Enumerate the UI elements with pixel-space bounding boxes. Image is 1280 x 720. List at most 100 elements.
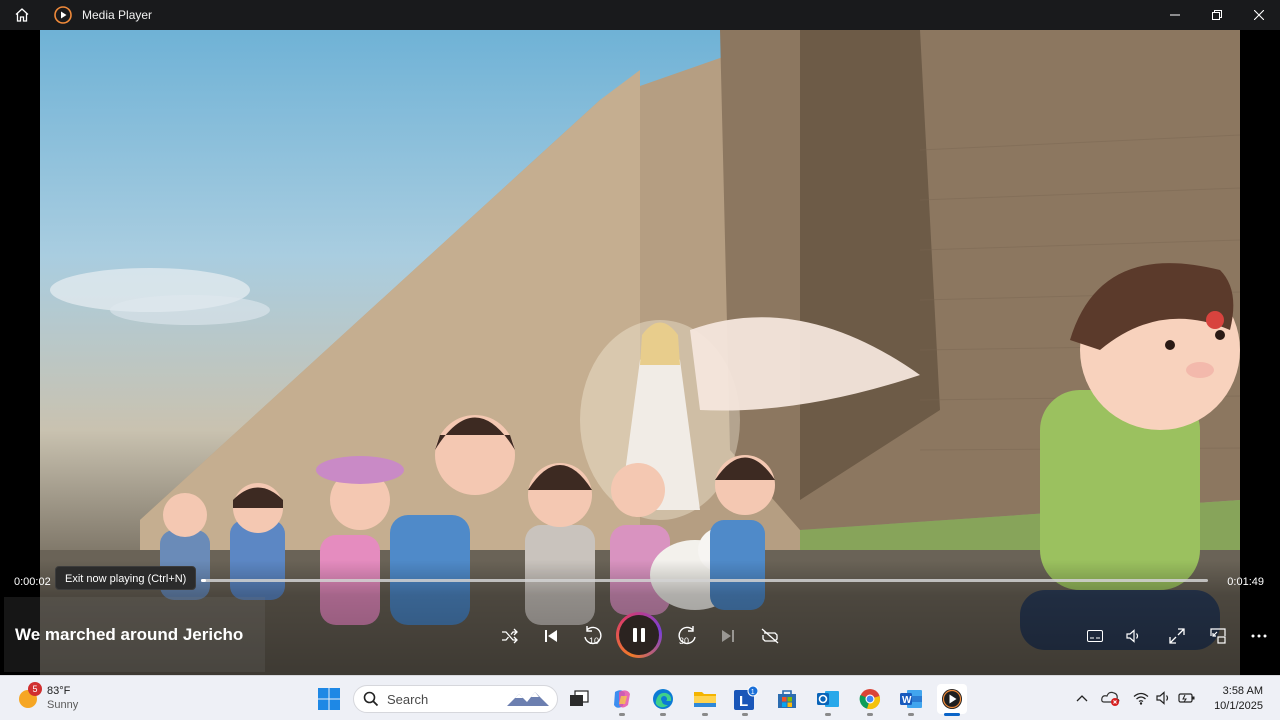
l-app-badge: 1 [751,689,755,696]
copilot-running-indicator [619,713,625,716]
word-icon: W [900,690,922,708]
skip-back-10-icon: 10 [584,626,602,646]
repeat-button[interactable] [758,624,782,648]
copilot-icon [614,690,630,708]
skip-forward-button[interactable]: 30 [675,622,701,650]
restore-button[interactable] [1196,0,1238,30]
tray-volume-button[interactable] [1153,686,1175,710]
file-explorer-icon [694,692,716,707]
close-icon [1254,10,1264,20]
outlook-icon [817,691,839,707]
next-button[interactable] [716,624,740,648]
skip-forward-seconds: 30 [679,636,689,646]
clock-button[interactable]: 3:58 AM 10/1/2025 [1207,684,1263,714]
fullscreen-button[interactable] [1165,624,1189,648]
title-bar: Media Player [0,0,1280,30]
elapsed-time: 0:00:02 [14,576,51,588]
sun-icon: 5 [18,682,42,709]
seek-bar[interactable] [201,579,1208,582]
volume-button[interactable] [1122,624,1146,648]
cloud-error-icon [1101,691,1120,706]
minimize-button[interactable] [1154,0,1196,30]
taskbar: 5 83°F Sunny Search L 1 W 3:58 AM 10/1/2… [0,675,1280,720]
more-icon [1251,634,1267,638]
network-button[interactable] [1130,686,1152,710]
shuffle-icon [502,628,518,644]
weather-desc: Sunny [47,699,79,711]
more-options-button[interactable] [1247,624,1271,648]
pause-icon [633,628,645,642]
chevron-up-icon [1076,695,1088,702]
chrome-button[interactable] [855,684,885,714]
play-pause-ring [616,612,662,658]
mini-player-button[interactable] [1206,624,1230,648]
volume-icon [1126,629,1139,643]
app-title: Media Player [82,8,153,22]
copilot-button[interactable] [607,684,637,714]
battery-button[interactable] [1176,686,1198,710]
media-player-icon [942,689,962,709]
play-pause-inner [619,615,659,655]
seek-bar-fill [201,579,207,582]
task-view-icon [570,690,589,706]
weather-text: 83°F Sunny [47,684,78,712]
search-highlight-icon [507,692,549,706]
word-button[interactable]: W [896,684,926,714]
task-view-button[interactable] [564,684,594,714]
window-controls [1154,0,1280,30]
start-button[interactable] [314,684,344,714]
skip-back-button[interactable]: 10 [579,622,605,650]
previous-icon [545,630,557,642]
edge-running-indicator [660,713,666,716]
start-icon [318,688,340,710]
explorer-running-indicator [702,713,708,716]
mini-player-icon [1210,628,1226,644]
now-playing-button[interactable]: We marched around Jericho [4,597,265,672]
chrome-running-indicator [867,713,873,716]
previous-button[interactable] [539,624,563,648]
outlook-button[interactable] [813,684,843,714]
store-button[interactable] [772,684,802,714]
media-player-window: Media Player 0:00:02 0:01:49 Exit now pl… [0,0,1280,720]
edge-button[interactable] [648,684,678,714]
show-hidden-icons-button[interactable] [1074,686,1090,710]
wifi-icon [1133,692,1149,705]
taskbar-search[interactable]: Search [353,685,558,713]
total-time: 0:01:49 [1227,576,1264,588]
home-icon [15,8,29,22]
weather-widget[interactable]: 5 83°F Sunny [18,682,78,712]
l-app-button[interactable]: L 1 [730,684,760,714]
svg-text:L: L [739,693,748,710]
next-icon [722,630,734,642]
exit-now-playing-tooltip: Exit now playing (Ctrl+N) [55,566,197,590]
weather-badge: 5 [28,682,42,696]
svg-text:W: W [902,695,912,706]
home-button[interactable] [0,0,44,30]
now-playing-title: We marched around Jericho [15,624,244,644]
clock-time: 3:58 AM [1222,685,1263,697]
store-icon [778,690,796,708]
edge-icon [653,689,673,709]
skip-back-seconds: 10 [589,636,599,646]
search-icon [363,691,379,707]
skip-forward-30-icon: 30 [678,626,696,646]
chrome-icon [859,689,880,710]
close-button[interactable] [1238,0,1280,30]
captions-icon [1087,630,1103,642]
speaker-icon [1156,691,1169,705]
battery-charging-icon [1178,693,1195,703]
media-player-active-indicator [944,713,960,716]
file-explorer-button[interactable] [690,684,720,714]
media-player-logo-icon [54,6,72,24]
weather-temp: 83°F [47,685,71,697]
captions-button[interactable] [1083,624,1107,648]
search-placeholder: Search [387,691,429,707]
clock-date: 10/1/2025 [1214,700,1263,712]
onedrive-button[interactable] [1100,686,1122,710]
play-pause-button[interactable] [616,612,662,658]
word-running-indicator [908,713,914,716]
shuffle-button[interactable] [498,624,522,648]
media-player-taskbar-button[interactable] [937,684,967,714]
l-app-icon: L 1 [734,686,758,710]
fullscreen-icon [1169,628,1185,644]
